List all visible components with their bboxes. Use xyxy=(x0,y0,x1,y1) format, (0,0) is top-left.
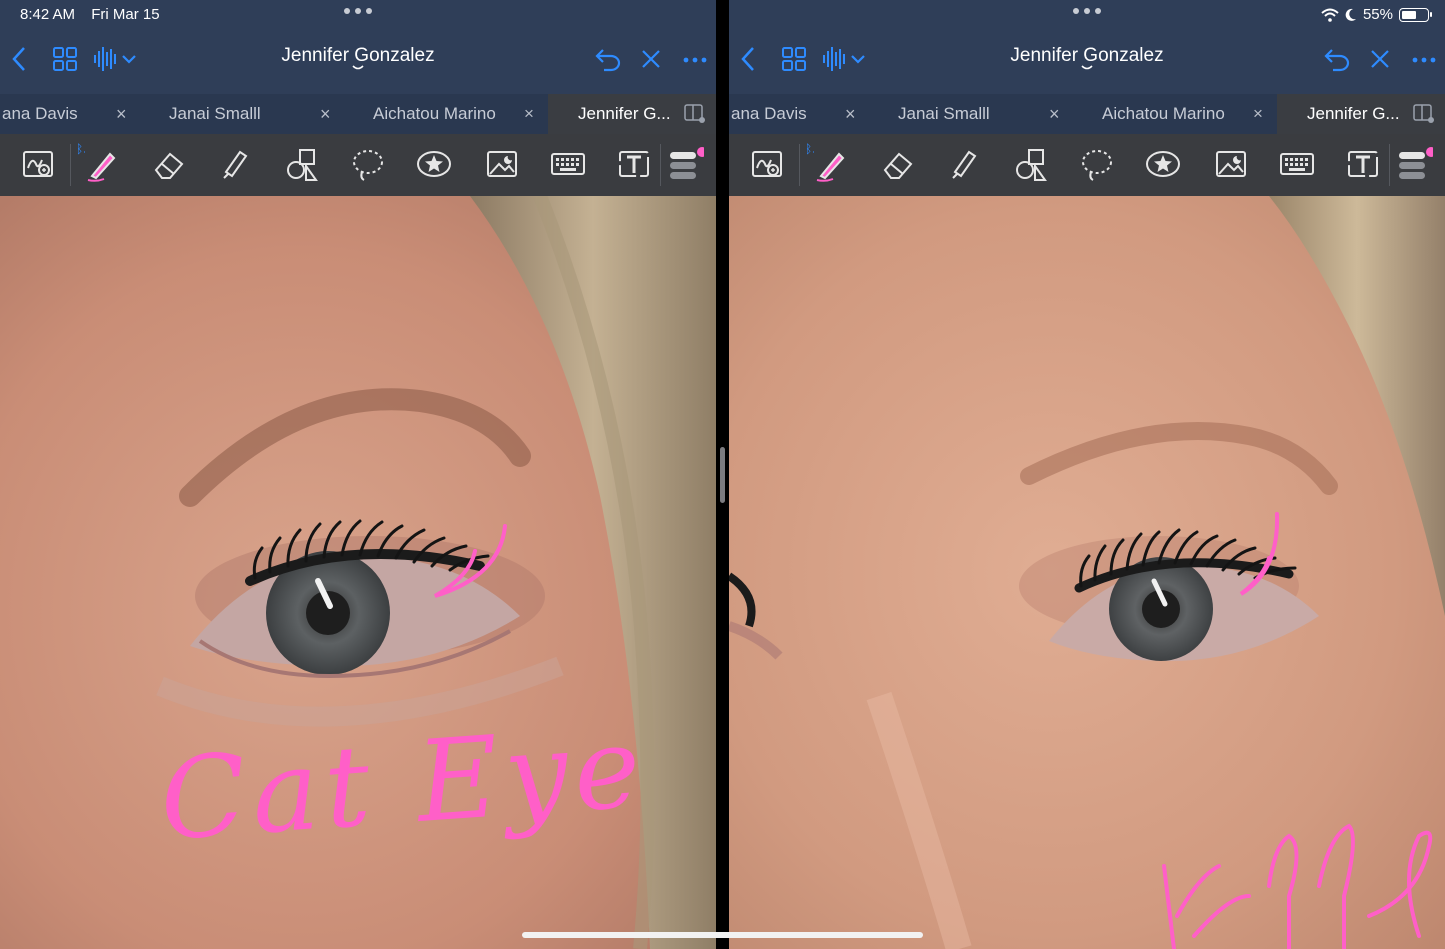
more-options-icon[interactable] xyxy=(1411,46,1437,72)
shapes-tool-button[interactable] xyxy=(284,146,320,182)
tab-jennifer-gonzalez[interactable]: Jennifer G... xyxy=(548,94,716,134)
keyboard-tool-button[interactable] xyxy=(1279,146,1315,182)
client-eye-photo xyxy=(729,196,1445,949)
navigation-bar: Jennifer Gonzalez xyxy=(729,30,1445,92)
sticker-tool-button[interactable] xyxy=(1145,146,1181,182)
text-tool-button[interactable] xyxy=(1345,146,1381,182)
tab-janai-smalll[interactable]: Janai Smalll × xyxy=(869,94,1073,134)
home-indicator[interactable] xyxy=(522,932,923,938)
sticker-icon xyxy=(417,151,451,177)
tool-settings-icon xyxy=(1399,147,1436,179)
tab-janai-smalll[interactable]: Janai Smalll × xyxy=(140,94,344,134)
status-bar-left: 8:42 AM Fri Mar 15 xyxy=(20,6,172,23)
face-photo-right xyxy=(729,196,1445,949)
left-pane: Jennifer Gonzalez ana Davis × Janai Smal… xyxy=(0,0,716,949)
close-tab-icon[interactable]: × xyxy=(524,94,534,134)
status-bar-right: 55% xyxy=(1321,6,1432,23)
do-not-disturb-moon-icon xyxy=(1345,8,1356,21)
sticker-icon xyxy=(1146,151,1180,177)
close-icon[interactable] xyxy=(640,46,662,72)
eraser-tool-button[interactable] xyxy=(150,146,186,182)
wifi-icon xyxy=(1321,8,1339,22)
zoom-handwriting-icon xyxy=(23,151,53,177)
image-icon xyxy=(1216,151,1246,177)
pen-tool-button[interactable] xyxy=(79,146,120,182)
keyboard-icon xyxy=(551,153,585,175)
document-tabs: ana Davis × Janai Smalll × Aichatou Mari… xyxy=(0,94,716,134)
text-tool-button[interactable] xyxy=(616,146,652,182)
keyboard-tool-button[interactable] xyxy=(550,146,586,182)
status-time: 8:42 AM xyxy=(20,6,76,23)
handwritten-annotation: Cat Eye xyxy=(156,702,651,866)
zoom-handwriting-icon xyxy=(752,151,782,177)
navigation-bar: Jennifer Gonzalez xyxy=(0,30,716,92)
split-view-divider[interactable] xyxy=(716,0,729,949)
lasso-icon xyxy=(1082,150,1112,181)
tab-ana-davis[interactable]: ana Davis × xyxy=(0,94,140,134)
bluetooth-pencil-icon: ᛒ xyxy=(76,142,84,156)
image-tool-button[interactable] xyxy=(484,146,520,182)
image-icon xyxy=(487,151,517,177)
highlighter-icon xyxy=(223,150,248,179)
keyboard-icon xyxy=(1280,153,1314,175)
lasso-tool-button[interactable] xyxy=(1079,146,1115,182)
tool-settings-icon xyxy=(670,147,707,179)
tool-settings-tool-button[interactable] xyxy=(668,146,707,182)
zoom-handwriting-tool-button[interactable] xyxy=(749,146,785,182)
split-view-icon[interactable] xyxy=(684,104,706,124)
sticker-tool-button[interactable] xyxy=(416,146,452,182)
close-tab-icon[interactable]: × xyxy=(320,94,331,134)
eraser-icon xyxy=(154,152,184,179)
eraser-tool-button[interactable] xyxy=(879,146,915,182)
zoom-handwriting-tool-button[interactable] xyxy=(20,146,56,182)
shapes-icon xyxy=(1016,149,1047,181)
toolbar-separator xyxy=(70,144,71,186)
eraser-icon xyxy=(883,152,913,179)
lasso-icon xyxy=(353,150,383,181)
text-icon xyxy=(1348,151,1378,177)
highlighter-tool-button[interactable] xyxy=(216,146,252,182)
multitasking-menu-handle[interactable] xyxy=(1073,8,1101,14)
tab-jennifer-gonzalez[interactable]: Jennifer G... xyxy=(1277,94,1445,134)
battery-percent: 55% xyxy=(1362,6,1393,23)
drawing-toolbar: ᛒ xyxy=(729,134,1445,196)
split-view-icon[interactable] xyxy=(1413,104,1435,124)
client-eye-photo: Cat Eye xyxy=(0,196,716,949)
image-tool-button[interactable] xyxy=(1213,146,1249,182)
toolbar-separator xyxy=(799,144,800,186)
text-icon xyxy=(619,151,649,177)
pen-icon xyxy=(808,147,845,182)
close-icon[interactable] xyxy=(1369,46,1391,72)
bluetooth-pencil-icon: ᛒ xyxy=(805,142,813,156)
shapes-icon xyxy=(287,149,318,181)
close-tab-icon[interactable]: × xyxy=(116,94,127,134)
battery-icon xyxy=(1399,7,1432,22)
multitasking-menu-handle[interactable] xyxy=(344,8,372,14)
tab-aichatou-marino[interactable]: Aichatou Marino xyxy=(1073,94,1241,134)
tab-ana-davis[interactable]: ana Davis × xyxy=(729,94,869,134)
close-tab-icon[interactable]: × xyxy=(845,94,856,134)
pen-icon xyxy=(79,147,116,182)
status-date: Fri Mar 15 xyxy=(91,6,160,23)
ipad-split-screen: 8:42 AM Fri Mar 15 55% Jennifer Gonzalez xyxy=(0,0,1445,949)
more-options-icon[interactable] xyxy=(682,46,708,72)
document-tabs: ana Davis × Janai Smalll × Aichatou Mari… xyxy=(729,94,1445,134)
undo-icon[interactable] xyxy=(594,46,622,72)
highlighter-icon xyxy=(952,150,977,179)
highlighter-tool-button[interactable] xyxy=(945,146,981,182)
toolbar-separator xyxy=(1389,144,1390,186)
lasso-tool-button[interactable] xyxy=(350,146,386,182)
pen-tool-button[interactable] xyxy=(808,146,849,182)
toolbar-separator xyxy=(660,144,661,186)
undo-icon[interactable] xyxy=(1323,46,1351,72)
drawing-toolbar: ᛒ xyxy=(0,134,716,196)
close-tab-icon[interactable]: × xyxy=(1049,94,1060,134)
tab-aichatou-marino[interactable]: Aichatou Marino xyxy=(344,94,512,134)
close-tab-icon[interactable]: × xyxy=(1253,94,1263,134)
tool-settings-tool-button[interactable] xyxy=(1397,146,1436,182)
shapes-tool-button[interactable] xyxy=(1013,146,1049,182)
right-pane: Jennifer Gonzalez ana Davis × Janai Smal… xyxy=(729,0,1445,949)
divider-grip-handle[interactable] xyxy=(720,447,725,503)
